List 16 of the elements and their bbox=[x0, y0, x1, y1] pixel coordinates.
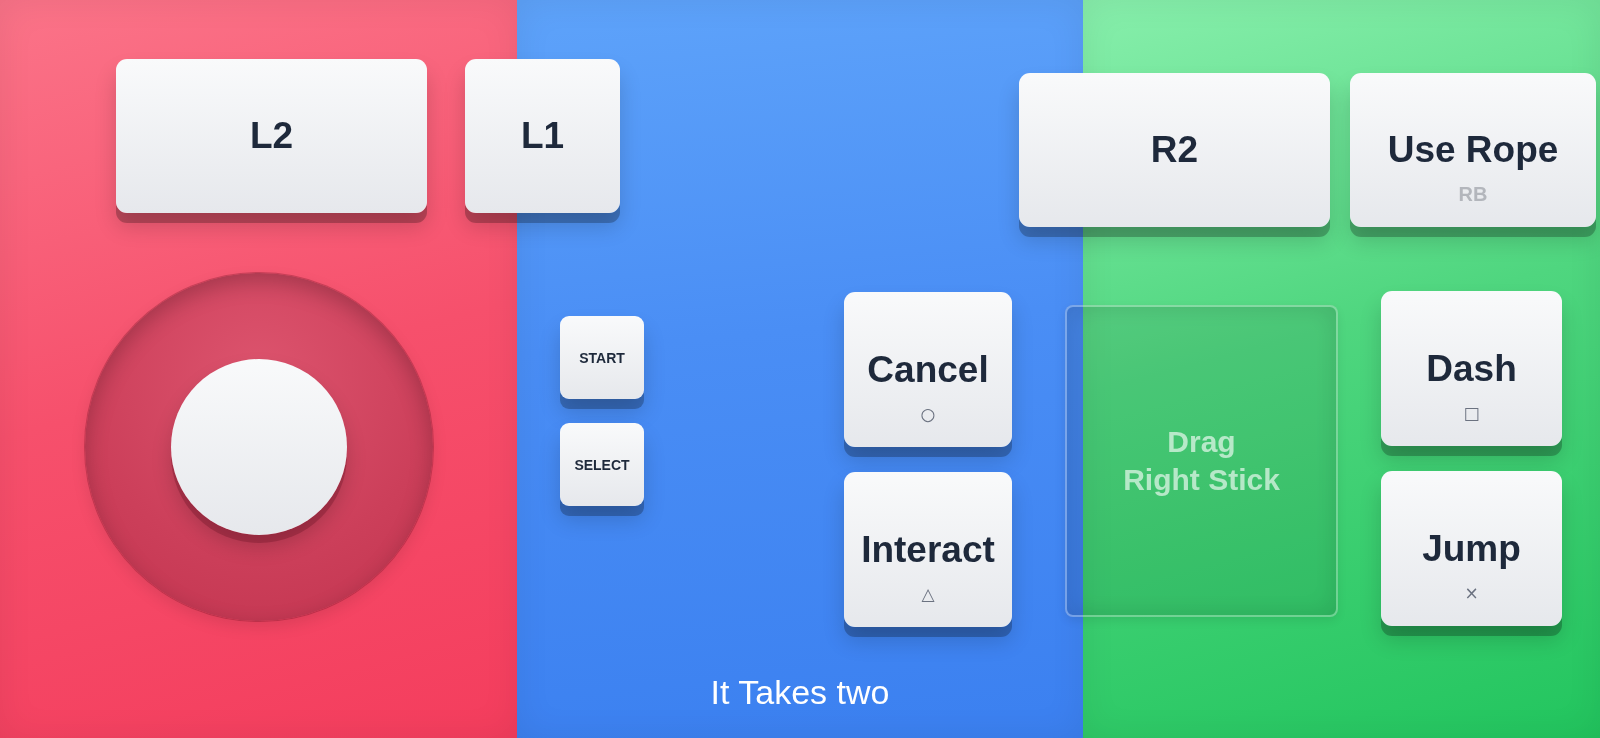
action-button[interactable]: Jump × bbox=[1381, 471, 1562, 626]
button-symbol: ○ bbox=[920, 404, 936, 424]
menu-button[interactable]: START bbox=[560, 316, 644, 399]
shoulder-button[interactable]: L2 bbox=[116, 59, 427, 213]
button-hint: RB bbox=[1458, 183, 1488, 205]
shoulder-button[interactable]: Use Rope RB bbox=[1350, 73, 1596, 227]
action-button[interactable]: Interact △ bbox=[844, 472, 1012, 627]
game-title: It Takes two bbox=[710, 672, 890, 712]
menu-button[interactable]: SELECT bbox=[560, 423, 644, 506]
shoulder-button[interactable]: R2 bbox=[1019, 73, 1330, 227]
action-button[interactable]: Dash □ bbox=[1381, 291, 1562, 446]
button-symbol: □ bbox=[1463, 403, 1480, 423]
action-button[interactable]: Cancel ○ bbox=[844, 292, 1012, 447]
shoulder-button[interactable]: L1 bbox=[465, 59, 620, 213]
button-symbol: × bbox=[1464, 583, 1479, 603]
button-symbol: △ bbox=[921, 584, 935, 604]
